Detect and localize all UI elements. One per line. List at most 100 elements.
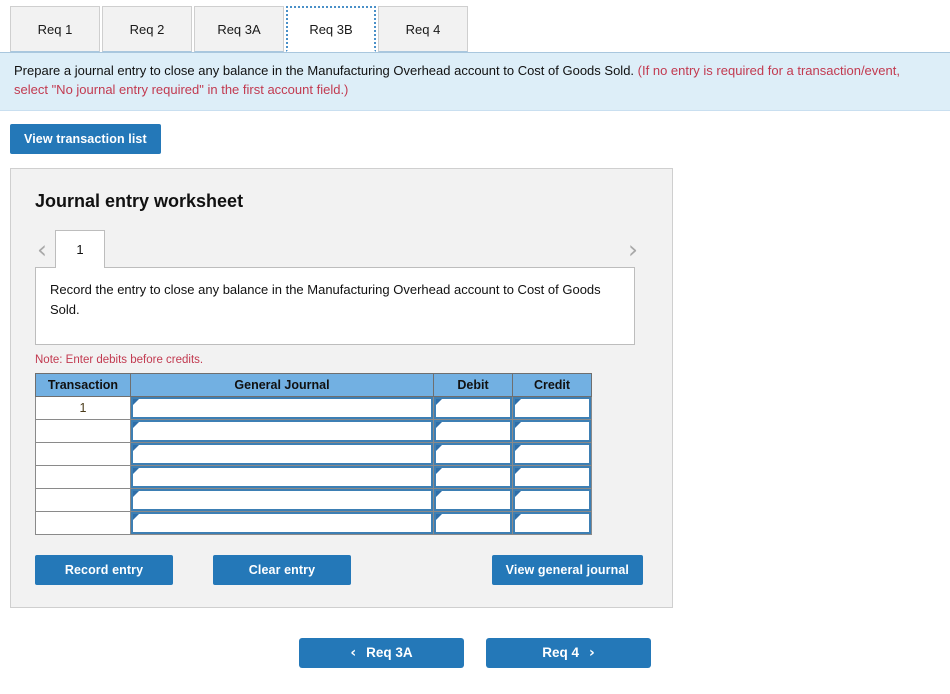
debit-input[interactable] [443, 513, 508, 532]
tab-label: Req 3A [217, 21, 261, 37]
prev-requirement-button[interactable]: ‹ Req 3A [299, 637, 464, 668]
credit-input[interactable] [522, 513, 587, 532]
table-row [35, 418, 592, 443]
instruction-banner: Prepare a journal entry to close any bal… [0, 52, 950, 111]
column-header-debit: Debit [433, 372, 513, 397]
dropdown-marker-icon [434, 488, 512, 511]
dropdown-marker-icon [513, 442, 591, 465]
general-journal-input[interactable] [140, 421, 429, 440]
worksheet-page-tab-1[interactable]: 1 [55, 229, 105, 268]
general-journal-input[interactable] [140, 398, 429, 417]
debit-cell[interactable] [433, 464, 513, 489]
next-requirement-label: Req 4 [542, 645, 579, 661]
worksheet-description: Record the entry to close any balance in… [50, 281, 601, 317]
debit-input[interactable] [443, 421, 508, 440]
bottom-navigation: ‹ Req 3A Req 4 › [0, 637, 950, 668]
debit-input[interactable] [443, 444, 508, 463]
dropdown-marker-icon [131, 488, 433, 511]
general-journal-cell[interactable] [130, 441, 434, 466]
chevron-right-icon[interactable]: › [626, 237, 646, 268]
credit-cell[interactable] [512, 441, 592, 466]
debits-before-credits-note: Note: Enter debits before credits. [35, 353, 204, 366]
tab-req-2[interactable]: Req 2 [102, 6, 192, 52]
credit-input[interactable] [522, 467, 587, 486]
record-entry-button[interactable]: Record entry [35, 554, 173, 585]
general-journal-input[interactable] [140, 513, 429, 532]
dropdown-marker-icon [513, 488, 591, 511]
debit-cell[interactable] [433, 441, 513, 466]
dropdown-marker-icon [131, 396, 433, 419]
debit-input[interactable] [443, 467, 508, 486]
tab-label: Req 1 [37, 21, 73, 37]
tab-req-4[interactable]: Req 4 [378, 6, 468, 52]
instruction-text: Prepare a journal entry to close any bal… [14, 63, 635, 78]
transaction-number [35, 441, 131, 466]
tab-req-3b[interactable]: Req 3B [286, 6, 376, 52]
general-journal-cell[interactable] [130, 395, 434, 420]
debit-input[interactable] [443, 398, 508, 417]
credit-cell[interactable] [512, 464, 592, 489]
dropdown-marker-icon [434, 465, 512, 488]
tab-label: Req 2 [129, 21, 165, 37]
toolbar: View transaction list [0, 111, 950, 154]
chevron-left-icon: ‹ [350, 644, 357, 661]
credit-input[interactable] [522, 490, 587, 509]
general-journal-cell[interactable] [130, 510, 434, 535]
debit-input[interactable] [443, 490, 508, 509]
dropdown-marker-icon [131, 465, 433, 488]
prev-requirement-label: Req 3A [366, 645, 413, 661]
view-transaction-list-button[interactable]: View transaction list [10, 123, 161, 154]
tab-req-3a[interactable]: Req 3A [194, 6, 284, 52]
dropdown-marker-icon [513, 396, 591, 419]
debit-cell[interactable] [433, 395, 513, 420]
general-journal-input[interactable] [140, 444, 429, 463]
clear-entry-button[interactable]: Clear entry [213, 554, 351, 585]
general-journal-cell[interactable] [130, 464, 434, 489]
dropdown-marker-icon [131, 511, 433, 534]
credit-cell[interactable] [512, 510, 592, 535]
dropdown-marker-icon [434, 511, 512, 534]
general-journal-input[interactable] [140, 467, 429, 486]
column-header-general-journal: General Journal [130, 372, 434, 397]
debit-cell[interactable] [433, 510, 513, 535]
credit-input[interactable] [522, 398, 587, 417]
dropdown-marker-icon [434, 419, 512, 442]
dropdown-marker-icon [434, 396, 512, 419]
requirement-tabs: Req 1 Req 2 Req 3A Req 3B Req 4 [0, 0, 950, 52]
worksheet-description-box: Record the entry to close any balance in… [35, 266, 635, 345]
chevron-right-icon: › [588, 644, 595, 661]
table-row [35, 464, 592, 489]
credit-cell[interactable] [512, 395, 592, 420]
table-row: 1 [35, 395, 592, 420]
credit-input[interactable] [522, 444, 587, 463]
worksheet-pager: ‹ 1 › [35, 229, 648, 268]
next-requirement-button[interactable]: Req 4 › [486, 637, 651, 668]
tab-label: Req 3B [309, 21, 353, 37]
transaction-number [35, 464, 131, 489]
worksheet-title: Journal entry worksheet [35, 190, 244, 211]
general-journal-input[interactable] [140, 490, 429, 509]
column-header-credit: Credit [512, 372, 592, 397]
tab-label: Req 4 [405, 21, 441, 37]
table-row [35, 510, 592, 535]
transaction-number [35, 510, 131, 535]
view-general-journal-button[interactable]: View general journal [491, 554, 643, 585]
worksheet-actions: Record entry Clear entry View general jo… [35, 554, 643, 585]
dropdown-marker-icon [434, 442, 512, 465]
transaction-number [35, 418, 131, 443]
dropdown-marker-icon [513, 465, 591, 488]
credit-input[interactable] [522, 421, 587, 440]
table-header-row: Transaction General Journal Debit Credit [35, 372, 592, 397]
credit-cell[interactable] [512, 418, 592, 443]
general-journal-cell[interactable] [130, 418, 434, 443]
journal-entry-worksheet-panel: Journal entry worksheet ‹ 1 › Record the… [10, 167, 673, 608]
general-journal-cell[interactable] [130, 487, 434, 512]
dropdown-marker-icon [131, 442, 433, 465]
chevron-left-icon[interactable]: ‹ [35, 237, 55, 268]
transaction-number: 1 [35, 395, 131, 420]
credit-cell[interactable] [512, 487, 592, 512]
dropdown-marker-icon [513, 419, 591, 442]
tab-req-1[interactable]: Req 1 [10, 6, 100, 52]
debit-cell[interactable] [433, 418, 513, 443]
debit-cell[interactable] [433, 487, 513, 512]
